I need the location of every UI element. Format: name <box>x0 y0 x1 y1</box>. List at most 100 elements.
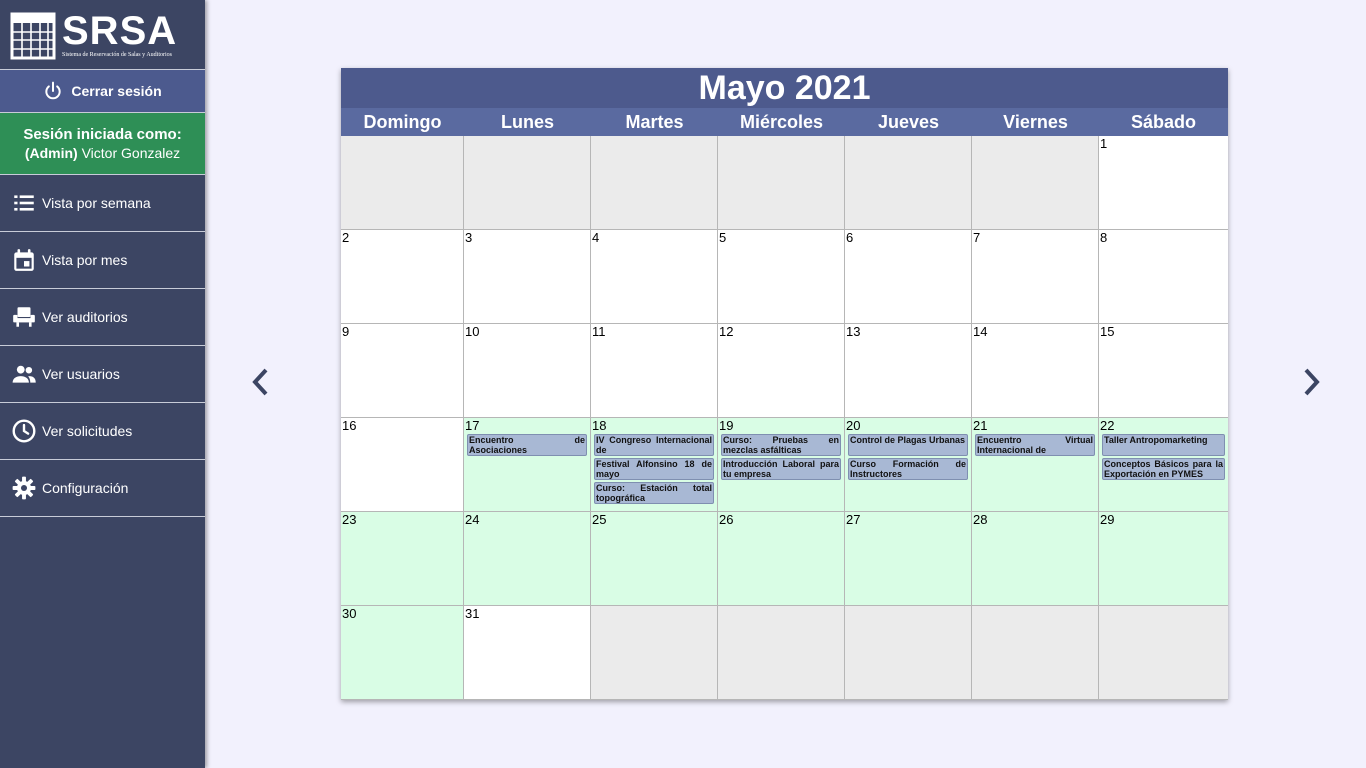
day-cell[interactable]: 4 <box>591 230 718 324</box>
day-number: 21 <box>973 418 988 433</box>
day-cell[interactable]: 27 <box>845 512 972 606</box>
day-cell[interactable]: 21 Encuentro Virtual Internacional de <box>972 418 1099 512</box>
day-number: 27 <box>846 512 861 527</box>
day-number: 17 <box>465 418 480 433</box>
nav-month-view[interactable]: Vista por mes <box>0 232 205 289</box>
nav-settings-label: Configuración <box>42 480 129 496</box>
day-cell[interactable]: 30 <box>341 606 464 700</box>
event-item[interactable]: Control de Plagas Urbanas <box>848 434 968 456</box>
day-number: 13 <box>846 324 861 339</box>
day-number: 23 <box>342 512 357 527</box>
day-number: 4 <box>592 230 600 245</box>
day-cell[interactable]: 16 <box>341 418 464 512</box>
day-cell[interactable]: 9 <box>341 324 464 418</box>
day-cell[interactable]: 22 Taller Antropomarketing Conceptos Básic… <box>1099 418 1228 512</box>
day-number: 7 <box>973 230 981 245</box>
day-number: 20 <box>846 418 861 433</box>
next-month-button[interactable] <box>1297 364 1327 400</box>
power-icon <box>45 81 62 100</box>
empty-day-cell <box>591 606 718 700</box>
nav-auditoriums-label: Ver auditorios <box>42 309 128 325</box>
event-item[interactable]: Taller Antropomarketing <box>1102 434 1225 456</box>
empty-day-cell <box>972 136 1099 230</box>
day-number: 22 <box>1100 418 1115 433</box>
day-number: 24 <box>465 512 480 527</box>
nav-auditoriums[interactable]: Ver auditorios <box>0 289 205 346</box>
day-number: 18 <box>592 418 607 433</box>
nav-users[interactable]: Ver usuarios <box>0 346 205 403</box>
day-cell[interactable]: 2 <box>341 230 464 324</box>
day-cell[interactable]: 29 <box>1099 512 1228 606</box>
event-item[interactable]: Festival Alfonsino 18 de mayo <box>594 458 714 480</box>
day-cell[interactable]: 12 <box>718 324 845 418</box>
day-cell[interactable]: 1 <box>1099 136 1228 230</box>
weekday-label: Martes <box>625 112 684 132</box>
nav-settings[interactable]: Configuración <box>0 460 205 517</box>
logo-title: SRSA <box>62 8 178 53</box>
event-item[interactable]: Curso: Pruebas en mezclas asfálticas <box>721 434 841 456</box>
day-number: 29 <box>1100 512 1115 527</box>
day-cell[interactable]: 31 <box>464 606 591 700</box>
session-heading: Sesión iniciada como: <box>23 125 182 143</box>
calendar-icon <box>14 249 34 271</box>
event-item[interactable]: Encuentro de Asociaciones <box>467 434 587 456</box>
weekday-label: Viernes <box>1003 112 1068 132</box>
day-number: 16 <box>342 418 357 433</box>
day-number: 3 <box>465 230 473 245</box>
day-cell[interactable]: 23 <box>341 512 464 606</box>
day-cell[interactable]: 28 <box>972 512 1099 606</box>
event-item[interactable]: IV Congreso Internacional de <box>594 434 714 456</box>
logout-button[interactable]: Cerrar sesión <box>0 70 205 113</box>
calendar-title: Mayo 2021 <box>341 68 1228 108</box>
event-item[interactable]: Curso Formación de Instructores <box>848 458 968 480</box>
event-item[interactable]: Curso: Estación total topográfica <box>594 482 714 504</box>
day-cell[interactable]: 25 <box>591 512 718 606</box>
day-number: 19 <box>719 418 734 433</box>
day-number: 28 <box>973 512 988 527</box>
day-number: 5 <box>719 230 727 245</box>
day-cell[interactable]: 8 <box>1099 230 1228 324</box>
day-cell[interactable]: 10 <box>464 324 591 418</box>
day-cell[interactable]: 26 <box>718 512 845 606</box>
event-item[interactable]: Conceptos Básicos para la Exportación en… <box>1102 458 1225 480</box>
day-cell[interactable]: 19 Curso: Pruebas en mezclas asfálticas In… <box>718 418 845 512</box>
day-number: 15 <box>1100 324 1115 339</box>
logo-subtitle: Sistema de Reservación de Salas y Audito… <box>62 51 172 58</box>
empty-day-cell <box>591 136 718 230</box>
empty-day-cell <box>718 136 845 230</box>
event-item[interactable]: Encuentro Virtual Internacional de <box>975 434 1095 456</box>
sidebar: SRSA Sistema de Reservación de Salas y A… <box>0 0 205 768</box>
chevron-right-icon <box>1304 368 1320 396</box>
day-cell[interactable]: 24 <box>464 512 591 606</box>
day-number: 8 <box>1100 230 1108 245</box>
day-cell[interactable]: 18 IV Congreso Internacional de Festival A… <box>591 418 718 512</box>
event-item[interactable]: Introducción Laboral para tu empresa <box>721 458 841 480</box>
clock-icon <box>12 419 36 443</box>
empty-day-cell <box>341 136 464 230</box>
nav-week-view[interactable]: Vista por semana <box>0 175 205 232</box>
day-number: 1 <box>1100 136 1108 151</box>
day-cell[interactable]: 11 <box>591 324 718 418</box>
logo[interactable]: SRSA Sistema de Reservación de Salas y A… <box>0 0 205 70</box>
weekday-label: Sábado <box>1130 112 1196 132</box>
day-cell[interactable]: 6 <box>845 230 972 324</box>
day-number: 12 <box>719 324 734 339</box>
list-icon <box>14 195 34 211</box>
day-cell[interactable]: 15 <box>1099 324 1228 418</box>
nav-requests-label: Ver solicitudes <box>42 423 133 439</box>
day-cell[interactable]: 5 <box>718 230 845 324</box>
day-cell[interactable]: 17 Encuentro de Asociaciones <box>464 418 591 512</box>
empty-day-cell <box>718 606 845 700</box>
day-cell[interactable]: 3 <box>464 230 591 324</box>
empty-day-cell <box>464 136 591 230</box>
day-cell[interactable]: 13 <box>845 324 972 418</box>
day-cell[interactable]: 14 <box>972 324 1099 418</box>
day-cell[interactable]: 7 <box>972 230 1099 324</box>
weekday-label: Miércoles <box>739 112 824 132</box>
empty-day-cell <box>972 606 1099 700</box>
month-calendar: Mayo 2021 Domingo Lunes Martes Miércoles… <box>341 68 1228 700</box>
nav-requests[interactable]: Ver solicitudes <box>0 403 205 460</box>
session-role: (Admin) <box>24 144 78 161</box>
prev-month-button[interactable] <box>245 364 275 400</box>
day-cell[interactable]: 20 Control de Plagas Urbanas Curso Formaci… <box>845 418 972 512</box>
